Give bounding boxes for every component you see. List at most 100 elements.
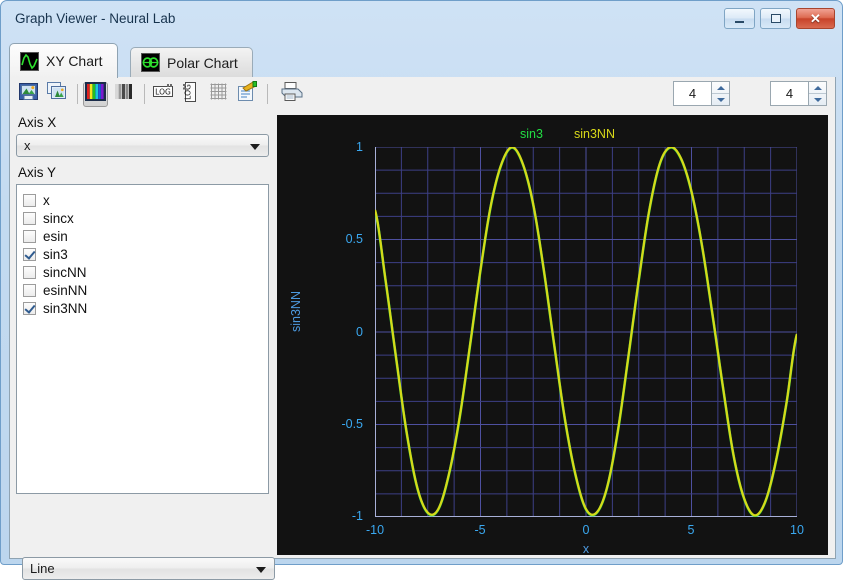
chevron-up-icon xyxy=(716,85,725,90)
x-axis-title: x xyxy=(582,542,590,555)
axis-y-label: Axis Y xyxy=(18,165,57,180)
series-checkbox[interactable] xyxy=(23,283,36,297)
tab-xy-chart-label: XY Chart xyxy=(46,53,103,69)
save-image-icon xyxy=(18,81,39,107)
y-divisions-value[interactable]: 4 xyxy=(770,81,808,106)
series-checkbox[interactable] xyxy=(23,247,36,261)
toolbar: LOG LOG 4 4 xyxy=(10,77,835,111)
grayscale-palette-button[interactable] xyxy=(111,82,136,107)
series-label: sin3NN xyxy=(43,300,88,316)
polar-rose-icon xyxy=(141,53,160,72)
x-divisions-value[interactable]: 4 xyxy=(673,81,711,106)
client-area: LOG LOG 4 4 Axis X x Axis Y x sincx esin… xyxy=(9,77,836,580)
minimize-icon xyxy=(735,21,744,23)
series-checkbox[interactable] xyxy=(23,193,36,207)
log-y-icon: LOG xyxy=(181,81,200,108)
close-button[interactable]: ✕ xyxy=(796,8,835,29)
copy-image-icon xyxy=(46,81,67,107)
list-item[interactable]: x xyxy=(23,191,268,209)
x-divisions-spinner[interactable]: 4 xyxy=(673,81,730,106)
y-divisions-decrement[interactable] xyxy=(809,93,826,105)
y-divisions-spinner[interactable]: 4 xyxy=(770,81,827,106)
plot-style-select-wrapper: Line xyxy=(22,557,275,580)
maximize-icon xyxy=(770,14,781,23)
series-checkbox[interactable] xyxy=(23,301,36,315)
y-divisions-spin-buttons[interactable] xyxy=(808,81,827,106)
chevron-down-icon xyxy=(716,97,725,102)
y-axis-title: sin3NN xyxy=(289,291,303,332)
list-item[interactable]: sin3 xyxy=(23,245,268,263)
y-tick-label: 0.5 xyxy=(345,232,363,246)
tab-xy-chart[interactable]: XY Chart xyxy=(9,43,118,78)
window-title: Graph Viewer - Neural Lab xyxy=(15,11,176,26)
y-tick-label: 0 xyxy=(356,325,363,339)
grayscale-palette-icon xyxy=(113,82,134,106)
maximize-button[interactable] xyxy=(760,8,791,29)
toolbar-separator xyxy=(267,84,268,104)
x-tick-label: 10 xyxy=(790,523,804,537)
list-item[interactable]: sincNN xyxy=(23,263,268,281)
chevron-down-icon xyxy=(250,144,260,150)
series-label: sincx xyxy=(43,210,74,226)
series-label: sin3 xyxy=(43,246,68,262)
title-bar: Graph Viewer - Neural Lab ✕ xyxy=(1,1,842,39)
legend-item-sin3: sin3 xyxy=(520,127,543,141)
plot-style-value: Line xyxy=(30,561,55,576)
svg-text:LOG: LOG xyxy=(184,84,193,100)
axis-x-value: x xyxy=(24,138,31,153)
series-checkbox[interactable] xyxy=(23,229,36,243)
x-tick-label: -10 xyxy=(365,523,385,537)
chevron-down-icon xyxy=(813,97,822,102)
y-tick-label: -0.5 xyxy=(341,417,363,431)
svg-text:LOG: LOG xyxy=(155,87,171,96)
series-checkbox[interactable] xyxy=(23,265,36,279)
save-image-button[interactable] xyxy=(16,82,41,107)
y-tick-label: -1 xyxy=(351,509,363,523)
copy-image-button[interactable] xyxy=(44,82,69,107)
plot-style-select[interactable]: Line xyxy=(22,557,275,580)
tab-polar-chart[interactable]: Polar Chart xyxy=(130,47,253,77)
series-label: esinNN xyxy=(43,282,88,298)
log-x-button[interactable]: LOG xyxy=(150,82,175,107)
x-divisions-decrement[interactable] xyxy=(712,93,729,105)
legend-item-sin3nn: sin3NN xyxy=(574,127,615,141)
tab-strip: XY Chart Polar Chart xyxy=(9,43,836,78)
x-tick-label: 0 xyxy=(582,523,590,537)
x-divisions-increment[interactable] xyxy=(712,82,729,93)
series-checkbox[interactable] xyxy=(23,211,36,225)
list-item[interactable]: sin3NN xyxy=(23,299,268,317)
chevron-up-icon xyxy=(813,85,822,90)
axis-x-select[interactable]: x xyxy=(16,134,269,157)
x-divisions-spin-buttons[interactable] xyxy=(711,81,730,106)
minimize-button[interactable] xyxy=(724,8,755,29)
print-button[interactable] xyxy=(279,82,304,107)
axis-y-series-list[interactable]: x sincx esin sin3 sincNN esinNN sin3NN xyxy=(16,184,269,494)
list-item[interactable]: sincx xyxy=(23,209,268,227)
x-tick-label: -5 xyxy=(474,523,486,537)
log-y-button[interactable]: LOG xyxy=(178,81,203,108)
series-label: sincNN xyxy=(43,264,87,280)
list-item[interactable]: esin xyxy=(23,227,268,245)
series-label: esin xyxy=(43,228,68,244)
chart-canvas[interactable]: sin3 sin3NN 1 0.5 0 -0.5 -1 -10 -5 0 5 1… xyxy=(277,115,828,555)
grid-button[interactable] xyxy=(206,82,231,107)
controls-panel: Axis X x Axis Y x sincx esin sin3 sincNN… xyxy=(16,115,275,580)
window-caption-buttons: ✕ xyxy=(724,8,835,29)
y-divisions-increment[interactable] xyxy=(809,82,826,93)
series-label: x xyxy=(43,192,50,208)
grid-icon xyxy=(209,82,228,106)
x-tick-label: 5 xyxy=(687,523,695,537)
list-item[interactable]: esinNN xyxy=(23,281,268,299)
color-palette-button[interactable] xyxy=(83,81,108,107)
plot-area xyxy=(369,145,799,522)
toolbar-separator xyxy=(77,84,78,104)
axis-x-label: Axis X xyxy=(18,115,57,130)
printer-icon xyxy=(280,81,303,107)
plot-svg xyxy=(369,145,799,522)
chevron-down-icon xyxy=(256,567,266,573)
y-tick-label: 1 xyxy=(356,140,363,154)
log-x-icon: LOG xyxy=(152,82,174,106)
tab-polar-chart-label: Polar Chart xyxy=(167,54,238,71)
application-window: Graph Viewer - Neural Lab ✕ XY Chart Pol… xyxy=(0,0,843,580)
edit-properties-button[interactable] xyxy=(234,81,259,107)
